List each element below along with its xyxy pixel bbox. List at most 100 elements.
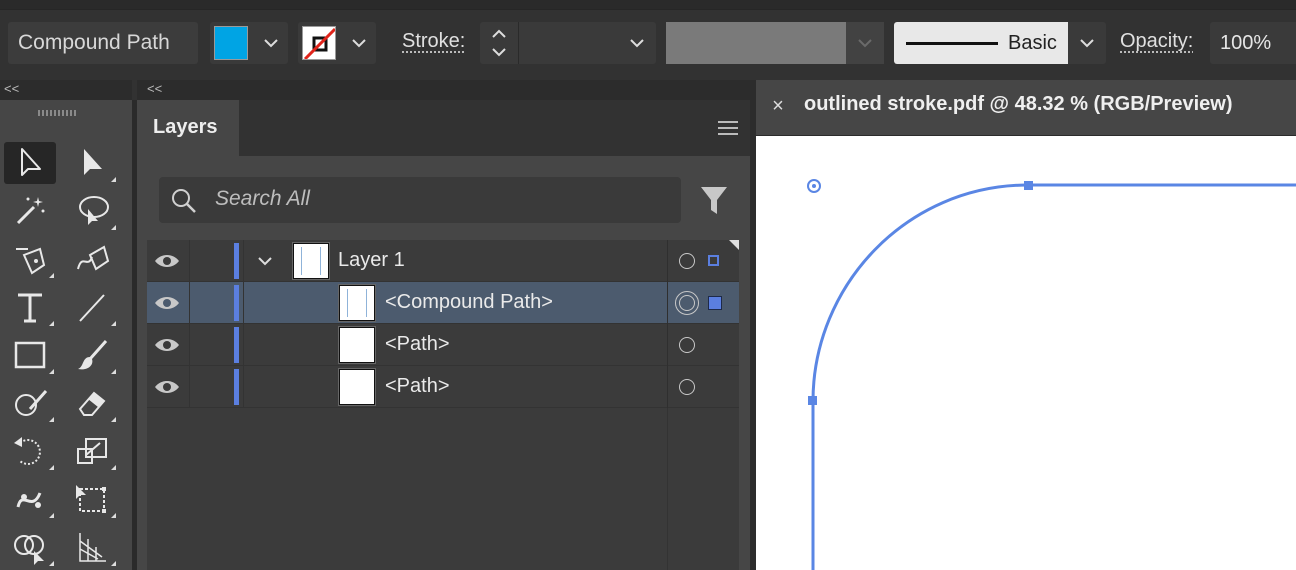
close-icon[interactable]: × (768, 94, 788, 118)
lock-column[interactable] (189, 240, 190, 282)
layer-color-bar (234, 243, 239, 279)
opacity-field[interactable]: 100% (1210, 22, 1296, 64)
layers-search-input[interactable]: Search All (159, 177, 681, 223)
layers-panel-body: Search All Layer 1 <Compound Path> <Path… (137, 156, 750, 570)
column-divider (667, 282, 668, 324)
layer-color-bar (234, 369, 239, 405)
perspective-grid-tool-icon[interactable] (66, 526, 118, 568)
anchor-point (1024, 181, 1033, 190)
lock-column[interactable] (189, 324, 190, 366)
opacity-panel-link[interactable]: Opacity: (1120, 30, 1193, 53)
stroke-weight-stepper[interactable] (480, 22, 518, 64)
column-divider (243, 282, 244, 324)
column-divider (667, 366, 668, 408)
target-circle-icon[interactable] (679, 253, 695, 269)
document-window: × outlined stroke.pdf @ 48.32 % (RGB/Pre… (756, 80, 1296, 570)
lock-column[interactable] (189, 282, 190, 324)
chevron-down-icon (622, 22, 652, 64)
object-thumbnail (338, 284, 376, 322)
layer-color-bar (234, 327, 239, 363)
eye-visibility-icon[interactable] (153, 375, 181, 399)
brush-definition-field[interactable]: Basic (894, 22, 1068, 64)
tools-collapse-button[interactable]: << (0, 80, 132, 100)
chevron-down-icon[interactable] (256, 22, 286, 64)
selection-indicator[interactable] (708, 255, 719, 266)
chevron-down-icon[interactable] (344, 22, 374, 64)
brush-stroke-preview (906, 42, 998, 45)
object-thumbnail (338, 368, 376, 406)
lasso-tool-icon[interactable] (66, 190, 118, 232)
object-name[interactable]: <Path> (385, 333, 450, 356)
stroke-control[interactable] (298, 22, 376, 64)
target-selected-circle-icon[interactable] (675, 291, 699, 315)
line-segment-tool-icon[interactable] (66, 286, 118, 328)
layers-panel: Layers Search All Layer 1 <Compound Path… (137, 100, 750, 570)
fill-swatch[interactable] (214, 26, 248, 60)
scale-tool-icon[interactable] (66, 430, 118, 472)
chevron-down-icon (850, 22, 880, 64)
object-name[interactable]: <Compound Path> (385, 291, 553, 314)
direct-selection-tool-icon[interactable] (66, 142, 118, 184)
eye-visibility-icon[interactable] (153, 249, 181, 273)
layer-row[interactable]: <Path> (147, 324, 739, 366)
stroke-panel-link[interactable]: Stroke: (402, 30, 465, 53)
pen-tool-icon[interactable] (4, 238, 56, 280)
eye-visibility-icon[interactable] (153, 333, 181, 357)
rectangle-tool-icon[interactable] (4, 334, 56, 376)
layer-row-selected[interactable]: <Compound Path> (147, 282, 739, 324)
selection-type-label: Compound Path (8, 22, 198, 64)
magic-wand-tool-icon[interactable] (4, 190, 56, 232)
object-thumbnail (338, 326, 376, 364)
brush-dropdown[interactable] (1068, 22, 1106, 64)
document-title[interactable]: outlined stroke.pdf @ 48.32 % (RGB/Previ… (804, 93, 1233, 116)
chevron-down-icon (1072, 22, 1102, 64)
puppet-warp-tool-icon[interactable] (4, 478, 56, 520)
column-divider (243, 240, 244, 282)
layers-scrollbar[interactable] (739, 240, 750, 570)
variable-width-dropdown (846, 22, 884, 64)
panel-grip[interactable] (38, 110, 78, 116)
selection-indicator[interactable] (708, 296, 722, 310)
eye-visibility-icon[interactable] (153, 291, 181, 315)
type-tool-icon[interactable] (4, 286, 56, 328)
free-transform-tool-icon[interactable] (66, 478, 118, 520)
document-tab[interactable]: × outlined stroke.pdf @ 48.32 % (RGB/Pre… (756, 80, 1296, 136)
shape-builder-tool-icon[interactable] (4, 526, 56, 568)
column-divider (243, 324, 244, 366)
tab-layers[interactable]: Layers (137, 100, 239, 156)
chevron-down-icon[interactable] (255, 251, 275, 271)
rotate-tool-icon[interactable] (4, 430, 56, 472)
column-divider (243, 366, 244, 408)
search-placeholder: Search All (215, 187, 310, 210)
control-bar: Compound Path Stroke: Basic Opacity: 100… (0, 0, 1296, 80)
fill-control[interactable] (210, 22, 288, 64)
layer-name[interactable]: Layer 1 (338, 249, 405, 272)
application-bar (0, 0, 1296, 10)
layer-row[interactable]: Layer 1 (147, 240, 739, 282)
panel-menu-icon[interactable] (718, 120, 738, 136)
selection-corner-marker (729, 240, 739, 250)
lock-column[interactable] (189, 366, 190, 408)
target-circle-icon[interactable] (679, 379, 695, 395)
target-circle-icon[interactable] (679, 337, 695, 353)
shaper-tool-icon[interactable] (4, 382, 56, 424)
selected-compound-path[interactable] (756, 136, 1296, 570)
stroke-weight-field[interactable] (518, 22, 618, 64)
stroke-none-swatch[interactable] (302, 26, 336, 60)
layers-collapse-button[interactable]: << (137, 80, 750, 100)
variable-width-profile (666, 22, 846, 64)
paintbrush-tool-icon[interactable] (66, 334, 118, 376)
layer-row[interactable]: <Path> (147, 366, 739, 408)
anchor-point (808, 396, 817, 405)
layers-tab-bar: Layers (137, 100, 750, 156)
brush-name: Basic (1008, 32, 1057, 54)
artboard-canvas[interactable] (756, 136, 1296, 570)
eraser-tool-icon[interactable] (66, 382, 118, 424)
filter-icon[interactable] (699, 184, 729, 216)
object-name[interactable]: <Path> (385, 375, 450, 398)
stepper-arrows-icon[interactable] (480, 22, 518, 64)
stroke-weight-dropdown[interactable] (618, 22, 656, 64)
layers-list: Layer 1 <Compound Path> <Path> <Path> (147, 240, 739, 570)
curvature-tool-icon[interactable] (66, 238, 118, 280)
selection-tool-icon[interactable] (4, 142, 56, 184)
